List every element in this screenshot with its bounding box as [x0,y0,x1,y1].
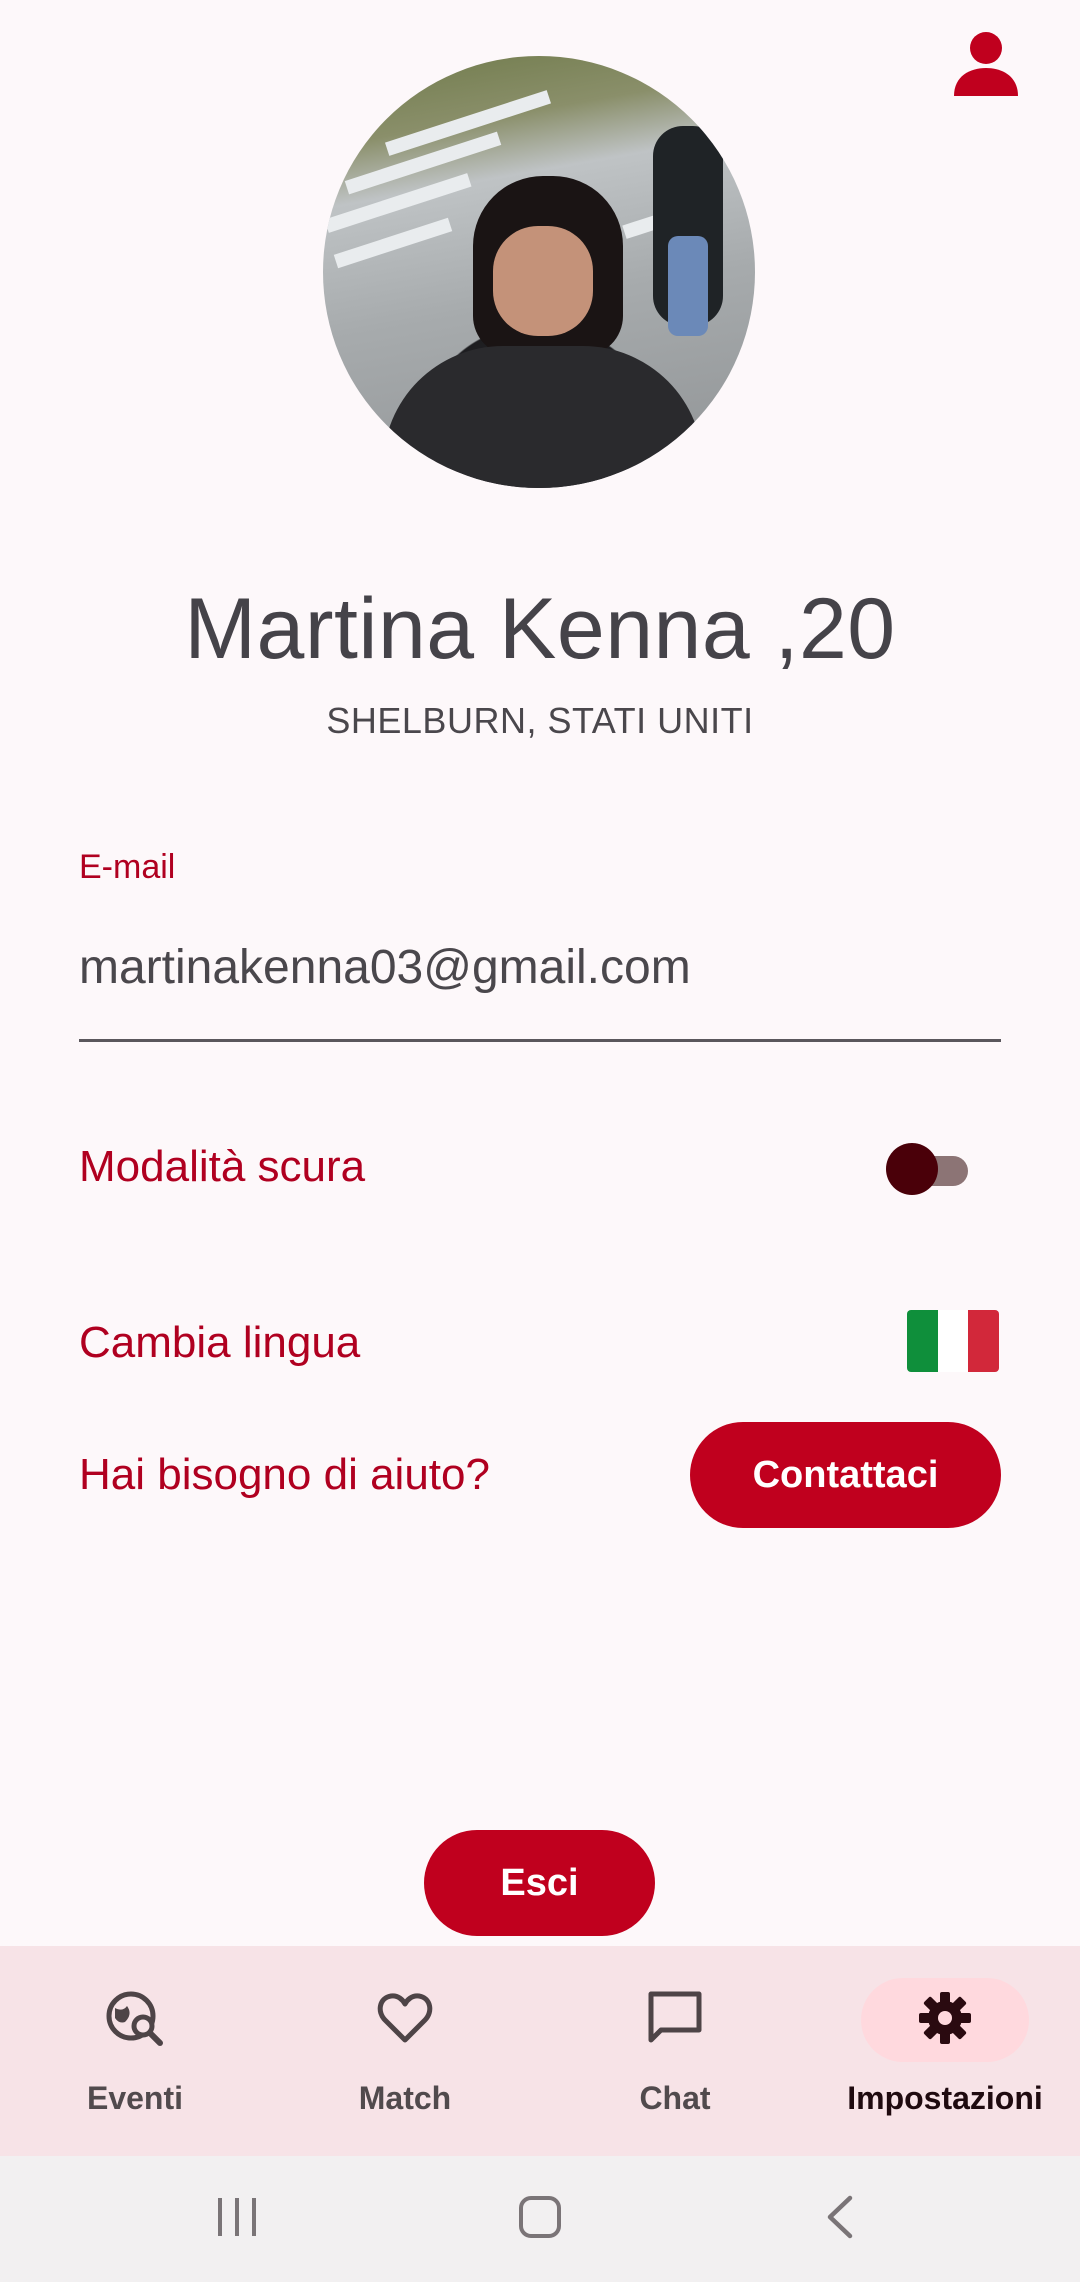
profile-name: Martina Kenna ,20 [184,581,896,677]
event-search-icon [106,1991,163,2046]
heart-icon [377,1993,433,2043]
toggle-thumb [886,1143,938,1195]
nav-item-match[interactable]: Match [270,1946,540,2156]
recent-apps-icon[interactable] [214,2196,260,2238]
avatar[interactable] [323,56,755,488]
change-language-label: Cambia lingua [79,1318,361,1367]
nav-label-chat: Chat [639,2080,711,2116]
profile-icon[interactable] [950,28,1022,100]
nav-label-match: Match [358,2080,452,2116]
help-label: Hai bisogno di aiuto? [79,1450,490,1499]
home-icon[interactable] [517,2194,563,2240]
nav-item-settings[interactable]: Impostazioni [810,1946,1080,2156]
chat-icon [648,1991,702,2043]
nav-label-settings: Impostazioni [847,2080,1043,2116]
contact-button[interactable]: Contattaci [690,1422,1001,1528]
nav-item-chat[interactable]: Chat [540,1946,810,2156]
nav-item-events[interactable]: Eventi [0,1946,270,2156]
email-label: E-mail [79,848,176,886]
system-navigation-bar [0,2156,1080,2282]
dark-mode-label: Modalità scura [79,1142,366,1191]
profile-location: SHELBURN, STATI UNITI [326,700,754,741]
back-icon[interactable] [822,2194,858,2240]
email-field[interactable]: martinakenna03@gmail.com [79,940,691,995]
bottom-navigation: Eventi Match Chat Impostazioni [0,1946,1080,2156]
email-underline [79,1039,1001,1042]
gear-icon [919,1992,971,2044]
dark-mode-toggle[interactable] [886,1140,970,1196]
italy-flag-icon[interactable] [907,1310,999,1372]
logout-button[interactable]: Esci [424,1830,655,1936]
nav-label-events: Eventi [86,2080,184,2116]
